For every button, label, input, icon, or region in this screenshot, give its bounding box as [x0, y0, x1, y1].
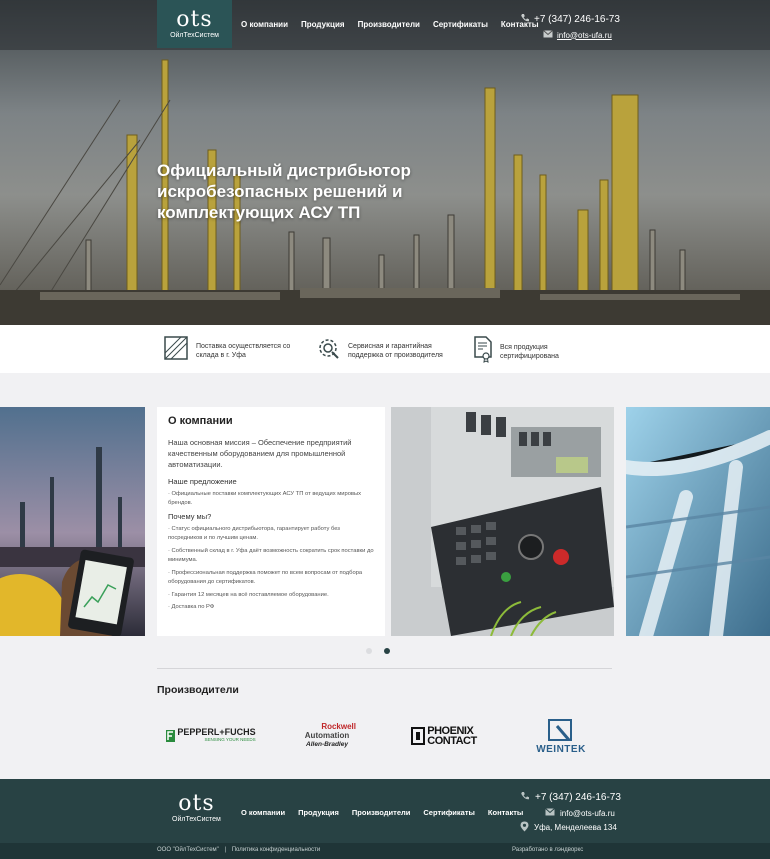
logo-mark: ots [176, 6, 213, 32]
footer-address: Уфа, Менделеева 134 [520, 821, 617, 834]
feature-certified: Вся продукция сертифицирована [473, 335, 559, 368]
footer-nav-manufacturers[interactable]: Производители [352, 808, 410, 817]
phone-icon [520, 791, 530, 804]
features-strip: Поставка осуществляется со склада в г. У… [0, 325, 770, 373]
footer-logo[interactable]: ots ОйлТехСистем [172, 791, 221, 824]
feature-certified-line1: Вся продукция [500, 343, 548, 351]
bottom-left: ООО "ОйлТехСистем" | Политика конфиденци… [157, 847, 320, 853]
main-nav: О компании Продукция Производители Серти… [241, 20, 539, 29]
gear-wrench-icon [315, 335, 341, 366]
feature-service: Сервисная и гарантийная поддержка от про… [315, 335, 443, 366]
slider-dots [366, 648, 390, 654]
why-item: · Доставка по РФ [168, 604, 215, 610]
bottom-bar: ООО "ОйлТехСистем" | Политика конфиденци… [0, 843, 770, 859]
why-item: · Статус официального дистрибьютора, гар… [168, 526, 340, 541]
brand-weintek-name: WEINTEK [536, 743, 586, 755]
header-phone[interactable]: +7 (347) 246-16-73 [520, 13, 620, 26]
slider-dot-1[interactable] [366, 648, 372, 654]
weintek-logo-mark [548, 718, 572, 741]
pepperl-fuchs-logo-mark [166, 730, 176, 742]
nav-certificates[interactable]: Сертификаты [433, 20, 488, 29]
brand-rockwell-line1: Rockwell [321, 721, 356, 731]
footer-address-text: Уфа, Менделеева 134 [534, 823, 617, 832]
brand-rockwell-line3: Allen-Bradley [306, 740, 348, 748]
separator: | [224, 847, 227, 853]
offer-list: · Официальные поставки комплектующих АСУ… [168, 490, 374, 508]
about-card: О компании Наша основная миссия – Обеспе… [157, 407, 385, 636]
manufacturers-title: Производители [157, 684, 239, 696]
nav-products[interactable]: Продукция [301, 20, 345, 29]
why-title: Почему мы? [168, 512, 212, 521]
nav-about[interactable]: О компании [241, 20, 288, 29]
feature-warehouse: Поставка осуществляется со склада в г. У… [163, 335, 290, 366]
header-email-address: info@ots-ufa.ru [557, 30, 612, 40]
footer-logo-subtitle: ОйлТехСистем [172, 816, 221, 823]
about-title: О компании [168, 415, 233, 427]
logo[interactable]: ots ОйлТехСистем [157, 0, 232, 48]
box-icon [163, 335, 189, 366]
brand-phoenix-contact[interactable]: PHOENIX CONTACT [400, 716, 488, 756]
footer-nav-products[interactable]: Продукция [298, 808, 339, 817]
header-email[interactable]: info@ots-ufa.ru [543, 30, 612, 40]
footer-nav: О компании Продукция Производители Серти… [241, 808, 523, 817]
footer-logo-mark: ots [178, 791, 215, 816]
footer-nav-certificates[interactable]: Сертификаты [423, 808, 475, 817]
feature-certified-line2: сертифицирована [500, 352, 559, 360]
footer-email-address: info@ots-ufa.ru [560, 808, 615, 818]
certificate-icon [473, 335, 493, 368]
brand-pepperl-fuchs[interactable]: PEPPERL+FUCHS SENSING YOUR NEEDS [163, 716, 259, 756]
photo-control-panel [391, 407, 614, 636]
developer-credit[interactable]: Разработано в лэндворкс [512, 847, 583, 853]
slider-dot-2[interactable] [384, 648, 390, 654]
nav-manufacturers[interactable]: Производители [358, 20, 420, 29]
hero-title: Официальный дистрибьютор искробезопасных… [157, 161, 411, 222]
mail-icon [543, 30, 553, 40]
brand-pepperl-line2: SENSING YOUR NEEDS [204, 737, 256, 742]
privacy-link[interactable]: Политика конфиденциальности [232, 847, 321, 853]
copyright: ООО "ОйлТехСистем" [157, 847, 219, 853]
why-item: · Гарантия 12 месяцев на всё поставляемо… [168, 592, 329, 598]
footer-phone-number: +7 (347) 246-16-73 [535, 792, 621, 803]
why-item: · Профессиональная поддержка поможет по … [168, 570, 363, 585]
why-list: · Статус официального дистрибьютора, гар… [168, 525, 374, 612]
map-pin-icon [520, 821, 529, 834]
feature-service-line1: Сервисная и гарантийная [348, 342, 432, 350]
feature-service-line2: поддержка от производителя [348, 351, 443, 359]
phoenix-logo-mark [411, 727, 426, 745]
offer-title: Наше предложение [168, 477, 237, 486]
photo-tablet-worker [0, 407, 145, 636]
about-mission: Наша основная миссия – Обеспечение предп… [168, 438, 352, 469]
feature-warehouse-line2: склада в г. Уфа [196, 351, 246, 359]
header-phone-number: +7 (347) 246-16-73 [534, 14, 620, 25]
brand-phoenix-line2: CONTACT [427, 735, 477, 747]
brand-rockwell[interactable]: Rockwell Automation Allen-Bradley [298, 716, 356, 756]
brand-weintek[interactable]: WEINTEK [532, 716, 590, 756]
phone-icon [520, 13, 530, 26]
why-item: · Собственный склад в г. Уфа даёт возмож… [168, 548, 374, 563]
footer-phone[interactable]: +7 (347) 246-16-73 [520, 791, 621, 804]
photo-pipes [626, 407, 770, 636]
footer-nav-about[interactable]: О компании [241, 808, 285, 817]
brand-rockwell-line2: Automation [304, 730, 350, 740]
section-divider [157, 668, 612, 669]
about-slider: О компании Наша основная миссия – Обеспе… [0, 407, 770, 636]
brand-pepperl-line1: PEPPERL+FUCHS [177, 727, 256, 737]
offer-item: · Официальные поставки комплектующих АСУ… [168, 491, 362, 506]
mail-icon [545, 808, 555, 818]
logo-subtitle: ОйлТехСистем [170, 31, 219, 39]
footer-email[interactable]: info@ots-ufa.ru [545, 808, 615, 818]
footer: ots ОйлТехСистем О компании Продукция Пр… [0, 779, 770, 843]
footer-nav-contacts[interactable]: Контакты [488, 808, 523, 817]
feature-warehouse-line1: Поставка осуществляется со [196, 342, 291, 350]
hero-banner: ots ОйлТехСистем О компании Продукция Пр… [0, 0, 770, 325]
